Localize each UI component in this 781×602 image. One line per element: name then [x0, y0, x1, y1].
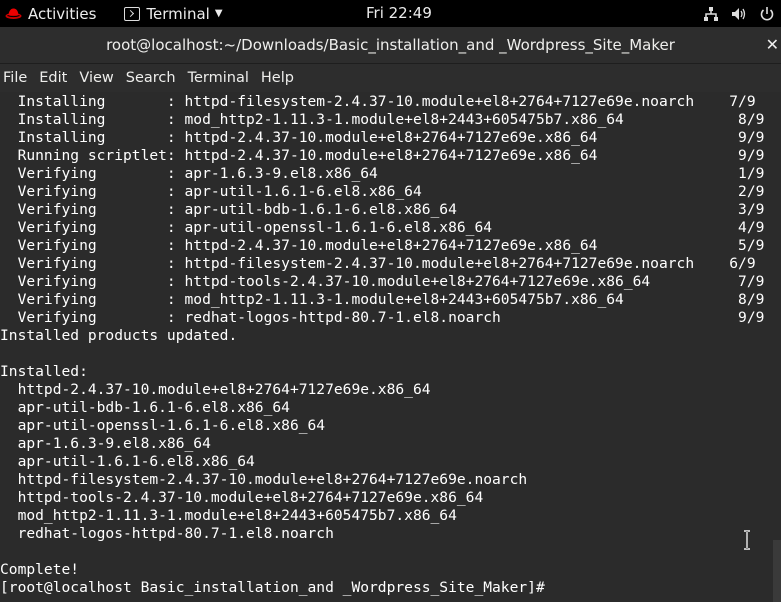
terminal-line: Verifying : httpd-filesystem-2.4.37-10.m…	[0, 255, 756, 272]
terminal-line: Verifying : apr-util-bdb-1.6.1-6.el8.x86…	[0, 201, 765, 218]
menu-bar: File Edit View Search Terminal Help	[0, 64, 781, 92]
terminal-line: Verifying : mod_http2-1.11.3-1.module+el…	[0, 291, 765, 308]
terminal-line: Complete!	[0, 561, 80, 578]
terminal-line: Running scriptlet: httpd-2.4.37-10.modul…	[0, 147, 765, 164]
terminal-output[interactable]: Installing : httpd-filesystem-2.4.37-10.…	[0, 92, 781, 602]
terminal-line: redhat-logos-httpd-80.7-1.el8.noarch	[0, 525, 334, 542]
terminal-line: apr-util-openssl-1.6.1-6.el8.x86_64	[0, 417, 326, 434]
app-menu-label: Terminal	[146, 4, 210, 23]
terminal-line: Installing : httpd-filesystem-2.4.37-10.…	[0, 93, 756, 110]
terminal-icon	[124, 6, 141, 21]
terminal-line: httpd-tools-2.4.37-10.module+el8+2764+71…	[0, 489, 484, 506]
terminal-line: Verifying : apr-1.6.3-9.el8.x86_64 1/9	[0, 165, 765, 182]
menu-terminal[interactable]: Terminal	[184, 70, 257, 86]
terminal-prompt[interactable]: [root@localhost Basic_installation_and _…	[0, 579, 781, 597]
caret-down-icon: ▼	[214, 8, 223, 19]
terminal-line: Installed products updated.	[0, 327, 238, 344]
terminal-line: apr-util-bdb-1.6.1-6.el8.x86_64	[0, 399, 290, 416]
terminal-line: httpd-filesystem-2.4.37-10.module+el8+27…	[0, 471, 528, 488]
terminal-line: Verifying : redhat-logos-httpd-80.7-1.el…	[0, 309, 765, 326]
terminal-line: apr-util-1.6.1-6.el8.x86_64	[0, 453, 255, 470]
app-menu-terminal[interactable]: Terminal ▼	[124, 0, 223, 27]
terminal-line: Installed:	[0, 363, 88, 380]
terminal-line: Installing : httpd-2.4.37-10.module+el8+…	[0, 129, 765, 146]
menu-help[interactable]: Help	[257, 70, 302, 86]
clock[interactable]: Fri 22:49	[366, 4, 432, 22]
volume-icon[interactable]	[731, 6, 747, 22]
activities-button[interactable]: Activities	[5, 0, 96, 27]
terminal-line: apr-1.6.3-9.el8.x86_64	[0, 435, 211, 452]
terminal-scrollbar[interactable]	[773, 540, 781, 602]
system-tray[interactable]	[703, 0, 775, 27]
close-icon[interactable]: ✕	[766, 35, 779, 54]
terminal-line: httpd-2.4.37-10.module+el8+2764+7127e69e…	[0, 381, 431, 398]
terminal-line: mod_http2-1.11.3-1.module+el8+2443+60547…	[0, 507, 457, 524]
terminal-line: Verifying : httpd-2.4.37-10.module+el8+2…	[0, 237, 765, 254]
top-bar: Activities Terminal ▼ Fri 22:49	[0, 0, 781, 27]
menu-view[interactable]: View	[75, 70, 121, 86]
window-title: root@localhost:~/Downloads/Basic_install…	[106, 36, 675, 54]
menu-edit[interactable]: Edit	[35, 70, 75, 86]
terminal-line: Verifying : apr-util-1.6.1-6.el8.x86_64 …	[0, 183, 765, 200]
network-icon[interactable]	[703, 6, 719, 22]
terminal-line: Verifying : apr-util-openssl-1.6.1-6.el8…	[0, 219, 765, 236]
terminal-line: Verifying : httpd-tools-2.4.37-10.module…	[0, 273, 765, 290]
menu-file[interactable]: File	[0, 70, 35, 86]
power-icon[interactable]	[759, 6, 775, 22]
terminal-line: Installing : mod_http2-1.11.3-1.module+e…	[0, 111, 765, 128]
redhat-logo-icon	[5, 8, 22, 19]
ibeam-cursor-icon	[744, 530, 750, 550]
activities-label: Activities	[28, 4, 97, 23]
window-titlebar[interactable]: root@localhost:~/Downloads/Basic_install…	[0, 27, 781, 64]
menu-search[interactable]: Search	[122, 70, 184, 86]
